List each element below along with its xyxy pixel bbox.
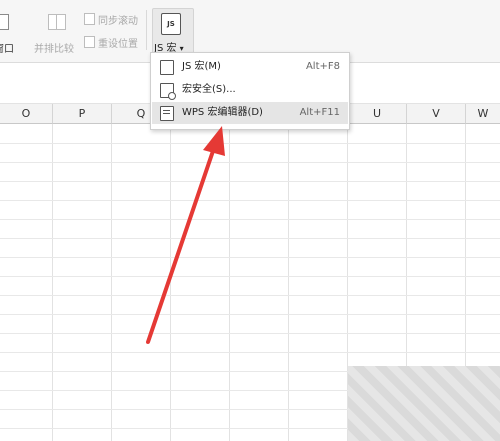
column-header-o[interactable]: O bbox=[0, 104, 53, 124]
window-button[interactable]: 窗口 bbox=[0, 10, 24, 55]
menu-item-label: 宏安全(S)... bbox=[182, 84, 236, 95]
column-header-u[interactable]: U bbox=[348, 104, 407, 124]
menu-item-shortcut: Alt+F8 bbox=[305, 61, 340, 72]
grid-column-line bbox=[52, 124, 53, 441]
macro-editor-icon bbox=[160, 106, 174, 121]
ribbon-separator bbox=[146, 10, 147, 50]
column-header-p[interactable]: P bbox=[53, 104, 112, 124]
js-macro-icon bbox=[160, 60, 174, 75]
js-macro-icon: JS bbox=[161, 13, 181, 35]
side-by-side-button[interactable]: 并排比较 bbox=[34, 10, 78, 55]
side-by-side-icon bbox=[48, 14, 66, 30]
menu-item-js-macro[interactable]: JS 宏(M) Alt+F8 bbox=[152, 56, 348, 78]
new-window-icon bbox=[0, 14, 9, 30]
menu-item-wps-macro-editor[interactable]: WPS 宏编辑器(D) Alt+F11 bbox=[152, 102, 348, 124]
grid-row-line bbox=[0, 181, 500, 182]
sync-scroll-button[interactable]: 同步滚动 bbox=[84, 12, 144, 27]
reset-position-label: 重设位置 bbox=[98, 39, 138, 50]
reset-position-icon bbox=[84, 36, 95, 48]
grid-column-line bbox=[111, 124, 112, 441]
js-macro-dropdown-menu: JS 宏(M) Alt+F8 宏安全(S)... WPS 宏编辑器(D) Alt… bbox=[150, 52, 350, 130]
grid-column-line bbox=[288, 124, 289, 441]
menu-item-shortcut: Alt+F11 bbox=[299, 107, 340, 118]
grid-row-line bbox=[0, 238, 500, 239]
grid-row-line bbox=[0, 200, 500, 201]
column-header-w[interactable]: W bbox=[466, 104, 500, 124]
macro-security-icon bbox=[160, 83, 176, 100]
sync-scroll-label: 同步滚动 bbox=[98, 16, 138, 27]
sync-scroll-icon bbox=[84, 13, 95, 25]
grid-row-line bbox=[0, 257, 500, 258]
column-header-v[interactable]: V bbox=[407, 104, 466, 124]
grid-row-line bbox=[0, 162, 500, 163]
grid-row-line bbox=[0, 143, 500, 144]
grid-row-line bbox=[0, 276, 500, 277]
menu-item-label: JS 宏(M) bbox=[182, 61, 221, 72]
grid-column-line bbox=[170, 124, 171, 441]
grid-row-line bbox=[0, 219, 500, 220]
menu-item-label: WPS 宏编辑器(D) bbox=[182, 107, 263, 118]
watermark-blur bbox=[348, 366, 500, 441]
side-by-side-label: 并排比较 bbox=[34, 44, 74, 55]
grid-row-line bbox=[0, 352, 500, 353]
reset-position-button[interactable]: 重设位置 bbox=[84, 35, 144, 50]
grid-row-line bbox=[0, 314, 500, 315]
menu-item-macro-security[interactable]: 宏安全(S)... bbox=[152, 79, 348, 101]
grid-column-line bbox=[229, 124, 230, 441]
grid-row-line bbox=[0, 295, 500, 296]
grid-row-line bbox=[0, 333, 500, 334]
window-label: 窗口 bbox=[0, 44, 14, 55]
